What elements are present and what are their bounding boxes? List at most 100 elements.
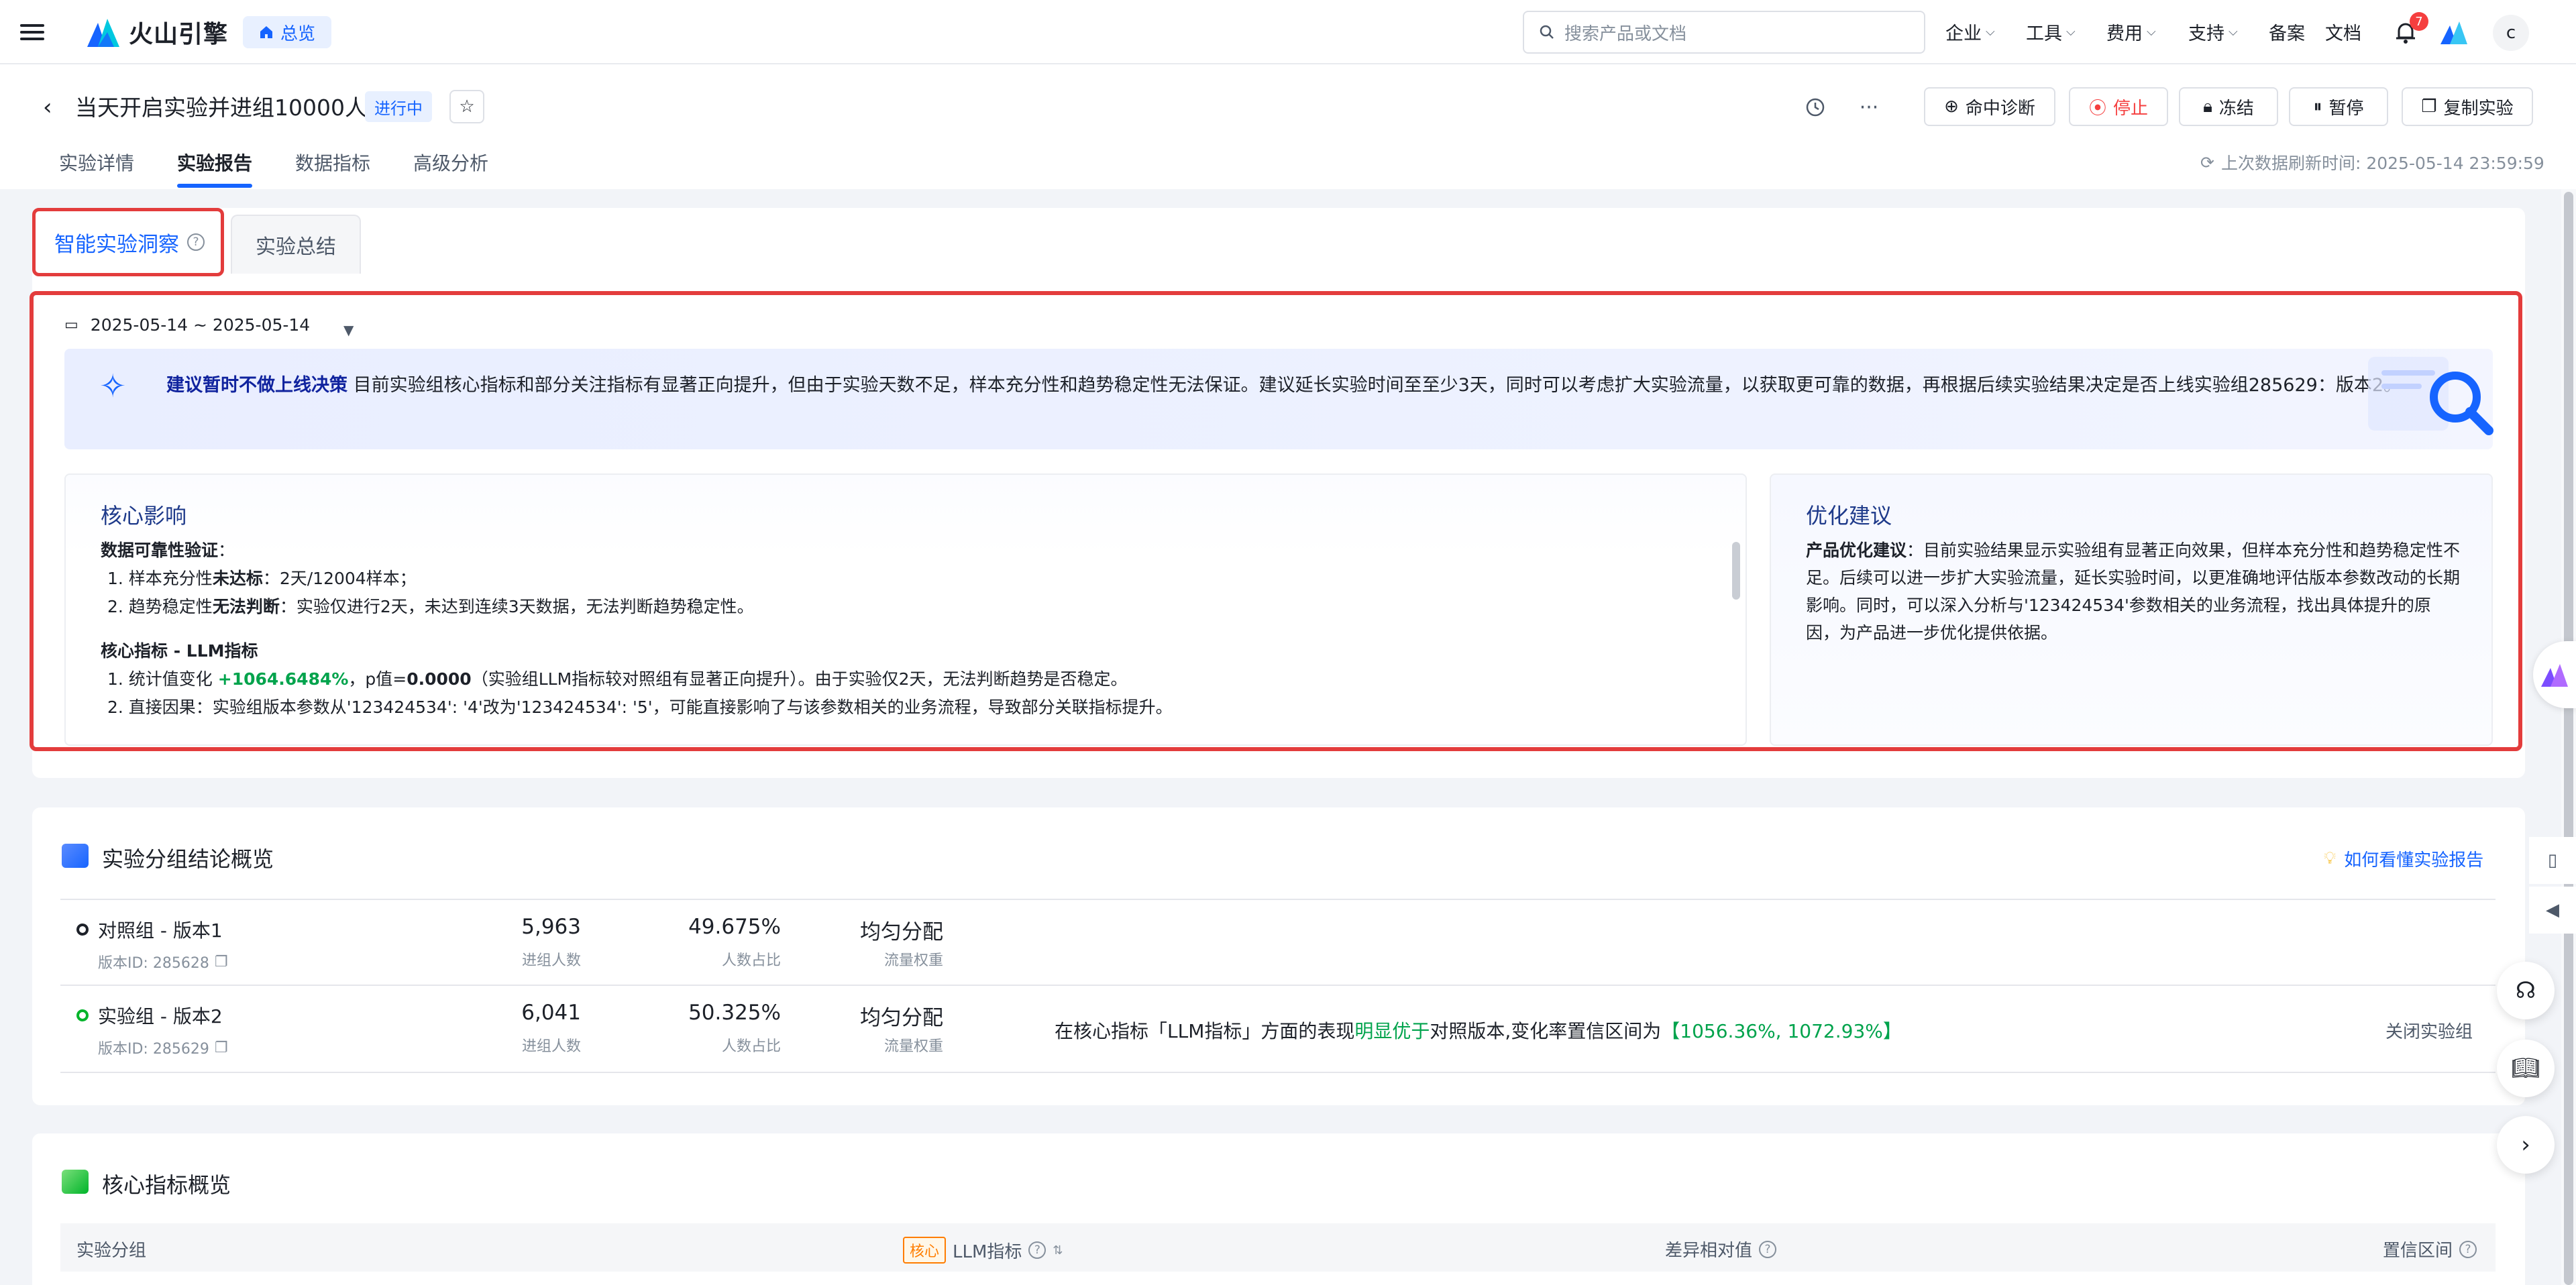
tab-data-metrics[interactable]: 数据指标 [295,149,370,176]
date-range-picker[interactable]: ▭ 2025-05-14 ~ 2025-05-14 [64,315,310,335]
help-icon[interactable]: ? [2459,1240,2477,1258]
report-icon [62,844,89,868]
menu-icon[interactable] [20,20,44,44]
traffic-weight: 均匀分配 [860,1006,943,1030]
col-diff-label: 差异相对值 [1665,1241,1753,1261]
magnifier-illustration-icon [2368,357,2493,435]
nav-enterprise[interactable]: 企业 ⌵ [1945,19,1995,45]
help-icon[interactable]: ? [1759,1240,1777,1258]
optimization-heading: 产品优化建议 [1806,541,1907,560]
nav-filing[interactable]: 备案 [2269,19,2305,45]
headset-icon: ☊ [2515,977,2536,1004]
copy-experiment-button[interactable]: ❐ 复制实验 [2402,87,2533,126]
weight-label: 流量权重 [883,1038,943,1055]
validity-item-1-prefix: 1. 样本充分性 [107,569,213,588]
page-title: 当天开启实验并进组10000人 [75,95,367,121]
result-highlight: 明显优于 [1354,1020,1430,1042]
logo-text: 火山引擎 [129,21,229,48]
volcano-app-icon[interactable] [2439,19,2469,46]
back-arrow-icon[interactable]: ‹ [43,94,52,121]
weight-label: 流量权重 [883,952,943,969]
tab-experiment-report[interactable]: 实验报告 [177,149,252,176]
validity-item-2: 2. 趋势稳定性无法判断：实验仅进行2天，未达到连续3天数据，无法判断趋势稳定性… [107,593,754,620]
validity-item-2-suffix: ：实验仅进行2天，未达到连续3天数据，无法判断趋势稳定性。 [279,597,754,616]
col-diff: 差异相对值 ? [1665,1237,1777,1262]
col-metric-label: LLM指标 [953,1241,1022,1262]
help-icon[interactable]: ? [187,233,205,251]
star-icon: ☆ [459,97,475,117]
group-conclusion-section [32,807,2525,1105]
chevron-down-icon: ⌵ [1986,25,1995,39]
validity-item-1-suffix: ：2天/12004样本； [262,569,417,588]
ratio-label: 人数占比 [721,1038,781,1055]
history-icon[interactable] [1801,93,1830,122]
users-ratio: 50.325% [688,1001,781,1025]
copy-label: 复制实验 [2443,98,2514,119]
pause-button[interactable]: ⏸︎ 暂停 [2289,87,2388,126]
group-name-control: 对照组 - 版本1 [76,916,223,943]
tab-experiment-summary[interactable]: 实验总结 [231,215,361,274]
treatment-dot-icon [76,1009,89,1021]
date-range-value: 2025-05-14 ~ 2025-05-14 [90,315,311,335]
page-scrollbar-thumb[interactable] [2564,192,2573,1285]
pause-label: 暂停 [2328,98,2364,119]
overview-button[interactable]: 总览 [243,16,332,48]
metrics-icon [62,1170,89,1194]
copy-icon[interactable]: ❐ [215,954,228,970]
how-to-read-report-link[interactable]: 💡︎ 如何看懂实验报告 [2324,846,2483,871]
help-icon[interactable]: ? [1028,1241,1046,1259]
traffic-weight: 均匀分配 [860,920,943,944]
sort-icon[interactable]: ⇅ [1053,1243,1063,1258]
chevron-right-icon: › [2521,1131,2530,1158]
favorite-star-button[interactable]: ☆ [449,90,484,123]
copy-icon[interactable]: ❐ [215,1040,228,1056]
logo[interactable]: 火山引擎 [86,13,228,51]
metric-item-2: 2. 直接因果：实验组版本参数从'123424534': '4'改为'12342… [107,697,1173,717]
metric-item-1: 1. 统计值变化 +1064.6484%，p值=0.0000（实验组LLM指标较… [107,665,1128,693]
tab-experiment-details[interactable]: 实验详情 [59,149,134,176]
scrollbar-thumb[interactable] [1732,542,1740,600]
confidence-interval: 【1056.36%, 1072.93%】 [1661,1020,1902,1042]
nav-tools[interactable]: 工具 ⌵ [2026,19,2076,45]
refresh-time-text: 上次数据刷新时间: 2025-05-14 23:59:59 [2220,154,2544,173]
result-prefix: 在核心指标「LLM指标」方面的表现 [1055,1020,1355,1042]
core-metrics-title: 核心指标概览 [102,1172,231,1198]
collapse-left-icon[interactable]: ◀ [2529,887,2576,934]
stop-button[interactable]: ⦿ 停止 [2069,87,2168,126]
chevron-down-icon: ⌵ [2147,25,2156,39]
optimization-title: 优化建议 [1806,503,1892,528]
ai-assistant-tab[interactable] [2533,641,2576,708]
customer-service-button[interactable]: ☊ [2497,962,2555,1019]
caret-down-icon[interactable]: ▼ [343,322,354,338]
tab-smart-insight[interactable]: 智能实验洞察 ? [32,208,224,276]
metric-item-1-suffix: （实验组LLM指标较对照组有显著正向提升）。由于实验仅2天，无法判断趋势是否稳定… [471,669,1128,689]
validity-item-1: 1. 样本充分性未达标：2天/12004样本； [107,565,417,592]
avatar[interactable]: c [2493,15,2529,51]
users-count: 5,963 [521,915,581,939]
close-group-link[interactable]: 关闭实验组 [2385,1018,2473,1043]
nav-docs-label: 文档 [2325,23,2361,44]
docs-button[interactable]: 📖︎ [2497,1040,2555,1097]
version-id: 版本ID: 285629 ❐ [98,1037,228,1058]
nav-billing[interactable]: 费用 ⌵ [2106,19,2156,45]
validity-heading: 数据可靠性验证： [101,541,235,560]
stop-label: 停止 [2113,98,2149,119]
document-icon[interactable]: ▯ [2529,837,2576,884]
top-navbar: 火山引擎 总览 搜索产品或文档 企业 ⌵ 工具 ⌵ 费用 ⌵ 支持 ⌵ 备案 文档 7 … [0,0,2576,64]
col-ci: 置信区间 ? [2383,1237,2477,1262]
nav-docs[interactable]: 文档 [2325,19,2361,45]
tab-advanced-analysis[interactable]: 高级分析 [413,149,488,176]
advice-text: 建议暂时不做上线决策 目前实验组核心指标和部分关注指标有显著正向提升，但由于实验… [166,370,2434,401]
search-input[interactable]: 搜索产品或文档 [1523,11,1925,54]
col-group: 实验分组 [76,1241,147,1261]
col-metric[interactable]: 核心 LLM指标 ? ⇅ [903,1237,1063,1264]
nav-support[interactable]: 支持 ⌵ [2188,19,2238,45]
freeze-button[interactable]: 🔒︎ 冻结 [2179,87,2278,126]
optimization-text: 产品优化建议：目前实验结果显示实验组有显著正向效果，但样本充分性和趋势稳定性不足… [1806,537,2463,647]
metric-change-value: +1064.6484% [217,669,349,689]
more-icon[interactable]: ··· [1854,93,1884,122]
nav-enterprise-label: 企业 [1945,23,1982,44]
diagnose-button[interactable]: ⊕ 命中诊断 [1924,87,2055,126]
expand-button[interactable]: › [2497,1116,2555,1174]
core-tag: 核心 [903,1237,947,1264]
